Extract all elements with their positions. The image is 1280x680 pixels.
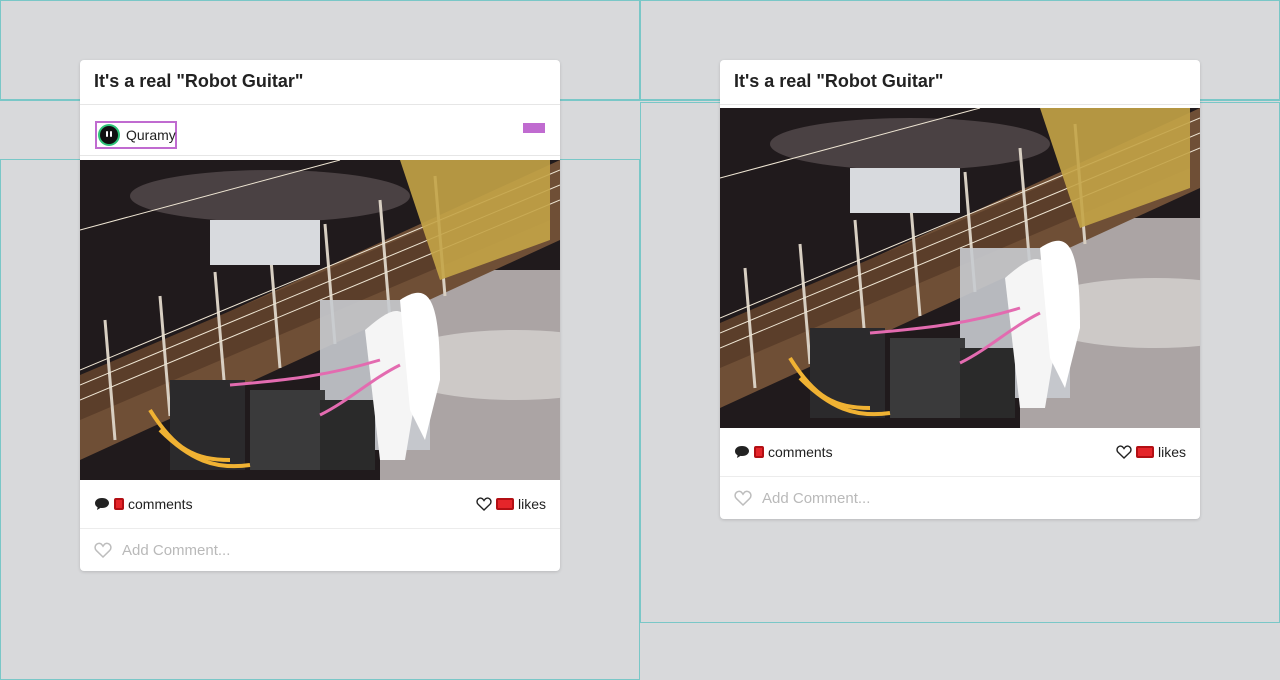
author-row: Quramy [80,105,560,156]
heart-icon[interactable] [94,542,112,558]
likes-count-badge [495,498,514,510]
post-stats: comments likes [720,428,1200,477]
comments-label: comments [128,496,193,512]
likes-stat[interactable]: likes [476,496,546,512]
comments-label: comments [768,444,833,460]
post-title: It's a real "Robot Guitar" [80,60,560,105]
likes-count-badge [1135,446,1154,458]
heart-icon[interactable] [476,497,492,511]
likes-label: likes [1157,444,1186,460]
post-title: It's a real "Robot Guitar" [720,60,1200,105]
avatar-face-icon [100,126,118,144]
post-image [80,160,560,480]
heart-icon[interactable] [734,490,752,506]
likes-label: likes [517,496,546,512]
add-comment-input[interactable]: Add Comment... [122,542,230,559]
add-comment-input[interactable]: Add Comment... [762,490,870,507]
post-card-left: It's a real "Robot Guitar" Quramy commen… [80,60,560,571]
robot-guitar-photo [720,108,1200,428]
add-comment-row: Add Comment... [80,529,560,571]
comments-stat[interactable]: comments [94,496,193,512]
author-name: Quramy [126,127,176,143]
post-date-badge [523,123,545,133]
comments-count-badge [114,498,124,510]
post-card-right: It's a real "Robot Guitar" comments like… [720,60,1200,519]
post-image [720,108,1200,428]
comment-icon [734,445,750,459]
heart-icon[interactable] [1116,445,1132,459]
add-comment-row: Add Comment... [720,477,1200,519]
likes-stat[interactable]: likes [1116,444,1186,460]
post-stats: comments likes [80,480,560,529]
comment-icon [94,497,110,511]
comments-stat[interactable]: comments [734,444,833,460]
author-link[interactable]: Quramy [95,121,177,149]
robot-guitar-photo [80,160,560,480]
avatar [98,124,120,146]
comments-count-badge [754,446,764,458]
